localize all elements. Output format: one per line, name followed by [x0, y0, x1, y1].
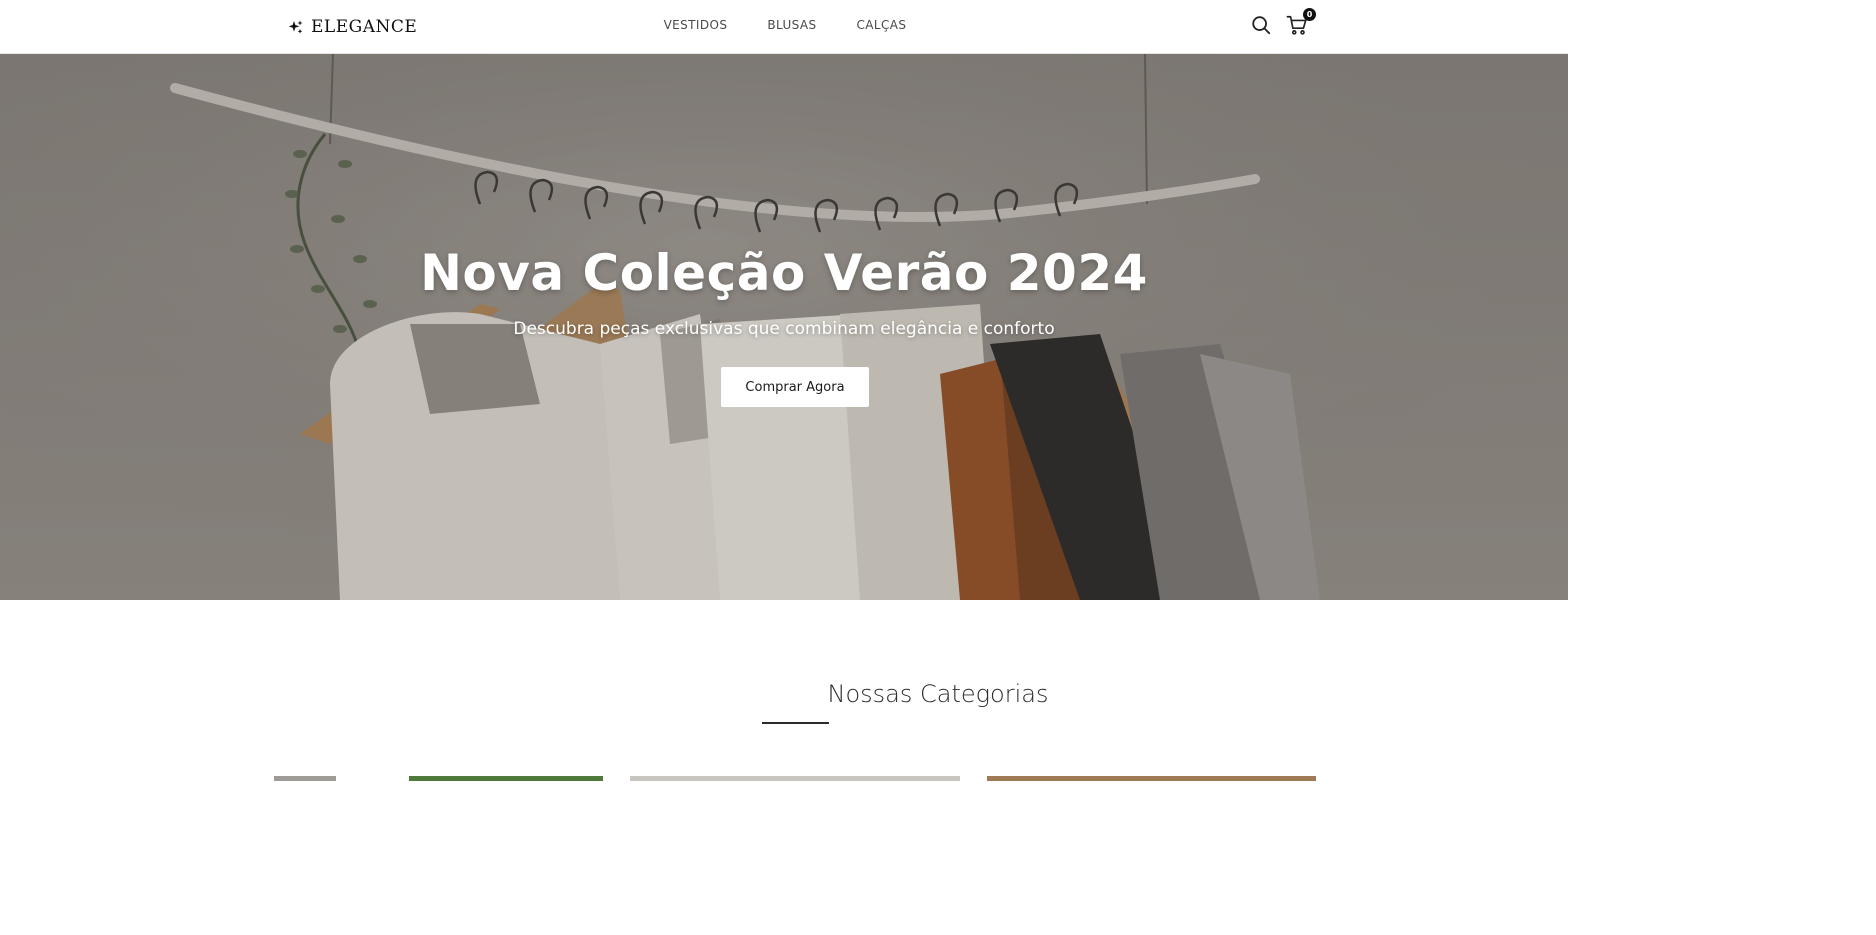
header-actions: 0: [1250, 8, 1316, 36]
category-card[interactable]: [987, 776, 1316, 781]
cart-count-badge: 0: [1303, 8, 1316, 21]
hero-title: Nova Coleção Verão 2024: [420, 244, 1148, 302]
shop-now-button[interactable]: Comprar Agora: [721, 367, 869, 407]
category-card[interactable]: [409, 776, 603, 781]
hero-banner: Nova Coleção Verão 2024 Descubra peças e…: [0, 54, 1568, 600]
hero-subtitle: Descubra peças exclusivas que combinam e…: [513, 319, 1055, 339]
categories-title: Nossas Categorias: [827, 680, 1049, 708]
search-button[interactable]: [1250, 14, 1272, 36]
site-header: ELEGANCE VESTIDOS BLUSAS CALÇAS 0: [0, 0, 1568, 54]
category-card[interactable]: [274, 776, 336, 781]
search-icon: [1252, 16, 1271, 35]
cart-button[interactable]: 0: [1286, 8, 1316, 36]
nav-item-calcas[interactable]: CALÇAS: [857, 18, 907, 32]
main-nav: VESTIDOS BLUSAS CALÇAS: [0, 18, 1568, 32]
nav-item-blusas[interactable]: BLUSAS: [767, 18, 816, 32]
category-card[interactable]: [630, 776, 960, 781]
section-divider: [762, 722, 829, 724]
nav-item-vestidos[interactable]: VESTIDOS: [664, 18, 728, 32]
